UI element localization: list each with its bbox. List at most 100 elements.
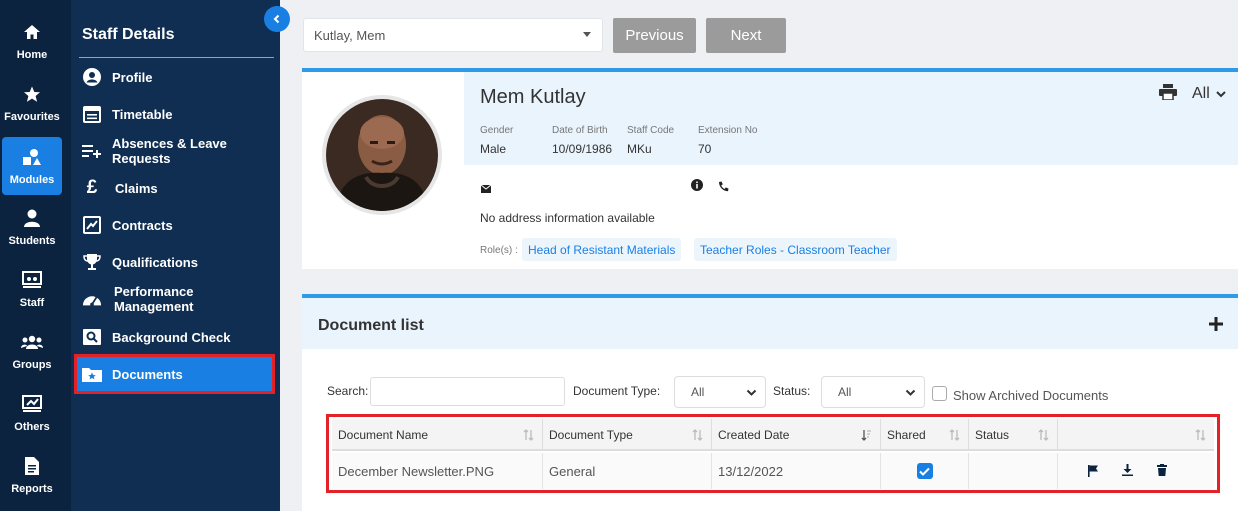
- sidebar-item-label: Profile: [112, 69, 153, 85]
- search-label: Search:: [327, 384, 369, 398]
- add-document-button[interactable]: [1208, 316, 1224, 332]
- caret-down-icon: [583, 32, 591, 37]
- sidebar-item-contracts[interactable]: Contracts: [77, 208, 272, 242]
- table-row[interactable]: December Newsletter.PNG General 13/12/20…: [332, 453, 1214, 489]
- document-list-header: [302, 298, 1238, 349]
- col-document-name[interactable]: Document Name: [332, 419, 543, 451]
- sort-icon: [523, 429, 534, 441]
- main-nav-rail: Home Favourites Modules Students Staff G…: [0, 0, 71, 511]
- column-label: Created Date: [718, 428, 790, 442]
- rail-label: Favourites: [4, 111, 60, 123]
- col-shared[interactable]: Shared: [881, 419, 969, 451]
- roles-label: Role(s) :: [480, 245, 518, 256]
- info-icon[interactable]: [691, 178, 703, 196]
- status-select[interactable]: All: [821, 376, 925, 408]
- sidebar-item-label: Documents: [112, 366, 183, 382]
- gender-value: Male: [480, 142, 507, 156]
- download-icon[interactable]: [1122, 464, 1133, 479]
- staff-select-value: Kutlay, Mem: [314, 27, 386, 43]
- phone-icon[interactable]: [718, 179, 729, 197]
- rail-item-students[interactable]: Students: [2, 198, 62, 256]
- col-status[interactable]: Status: [969, 419, 1058, 451]
- dob-label: Date of Birth: [552, 125, 608, 136]
- col-created-date[interactable]: Created Date: [712, 419, 881, 451]
- sidebar-item-timetable[interactable]: Timetable: [77, 97, 272, 131]
- column-label: Document Name: [338, 428, 429, 442]
- calendar-icon: [82, 104, 102, 124]
- sort-icon: [692, 429, 703, 441]
- chevron-down-icon: [1216, 91, 1226, 98]
- gauge-icon: [82, 289, 102, 309]
- delete-icon[interactable]: [1157, 464, 1167, 479]
- collapse-sidebar-button[interactable]: [264, 6, 290, 32]
- sidebar-item-label: Background Check: [112, 329, 231, 345]
- sidebar-title: Staff Details: [82, 26, 175, 43]
- rail-item-favourites[interactable]: Favourites: [2, 74, 62, 132]
- gender-label: Gender: [480, 125, 514, 136]
- previous-button[interactable]: Previous: [613, 18, 696, 53]
- star-icon: [21, 83, 43, 105]
- trophy-icon: [82, 252, 102, 272]
- rail-label: Reports: [11, 483, 53, 495]
- report-icon: [21, 455, 43, 477]
- rail-item-staff[interactable]: Staff: [2, 260, 62, 318]
- staff-code-label: Staff Code: [627, 125, 675, 136]
- plus-icon: [1209, 317, 1223, 331]
- shared-checkbox[interactable]: [916, 463, 933, 479]
- cell-shared: [881, 453, 969, 489]
- column-label: Document Type: [549, 428, 633, 442]
- rail-item-reports[interactable]: Reports: [2, 446, 62, 504]
- rail-label: Groups: [12, 359, 52, 371]
- sidebar-item-claims[interactable]: £ Claims: [77, 171, 272, 205]
- show-archived-checkbox[interactable]: [932, 386, 947, 401]
- search-card-icon: [82, 327, 102, 347]
- rail-item-others[interactable]: Others: [2, 384, 62, 442]
- flag-icon[interactable]: [1088, 465, 1099, 480]
- address-text: No address information available: [480, 211, 655, 225]
- print-icon[interactable]: [1159, 84, 1177, 105]
- document-type-select[interactable]: All: [674, 376, 766, 408]
- document-list-title: Document list: [318, 317, 424, 334]
- role-chip[interactable]: Teacher Roles - Classroom Teacher: [694, 238, 897, 261]
- document-type-value: All: [691, 385, 705, 399]
- print-filter-dropdown[interactable]: All: [1192, 85, 1227, 103]
- rail-label: Home: [16, 49, 48, 61]
- rail-item-home[interactable]: Home: [2, 12, 62, 70]
- sidebar-item-qualifications[interactable]: Qualifications: [77, 245, 272, 279]
- sidebar-item-label: Performance Management: [114, 284, 194, 314]
- search-input[interactable]: [370, 377, 565, 406]
- sidebar-item-label: Claims: [115, 180, 158, 196]
- folder-star-icon: [82, 364, 102, 384]
- sidebar-item-label: Qualifications: [112, 254, 198, 270]
- sidebar-item-documents[interactable]: Documents: [74, 354, 275, 394]
- list-plus-icon: [82, 141, 102, 161]
- extension-label: Extension No: [698, 125, 758, 136]
- sidebar-item-absences[interactable]: Absences & Leave Requests: [77, 134, 272, 168]
- profile-card: Mem Kutlay Gender Male Date of Birth 10/…: [302, 68, 1238, 269]
- rail-label: Others: [14, 421, 50, 433]
- avatar: [322, 95, 442, 215]
- cell-status: [969, 453, 1058, 489]
- status-value: All: [838, 385, 852, 399]
- staff-select[interactable]: Kutlay, Mem: [303, 18, 603, 52]
- sidebar-item-label: Timetable: [112, 106, 173, 122]
- sidebar-item-performance[interactable]: Performance Management: [77, 282, 272, 316]
- sidebar-item-profile[interactable]: Profile: [77, 60, 272, 94]
- home-icon: [21, 21, 43, 43]
- others-icon: [21, 393, 43, 415]
- rail-item-groups[interactable]: Groups: [2, 322, 62, 380]
- email-icon[interactable]: [480, 180, 492, 198]
- role-chip[interactable]: Head of Resistant Materials: [522, 238, 682, 261]
- extension-value: 70: [698, 142, 712, 156]
- rail-label: Students: [8, 235, 56, 247]
- rail-item-modules[interactable]: Modules: [2, 137, 62, 195]
- document-list-card: Document list Search: Document Type: All…: [302, 294, 1238, 511]
- sidebar-item-background-check[interactable]: Background Check: [77, 320, 272, 354]
- col-document-type[interactable]: Document Type: [543, 419, 712, 451]
- staff-icon: [21, 269, 43, 291]
- col-actions[interactable]: [1058, 419, 1214, 451]
- next-button[interactable]: Next: [706, 18, 786, 53]
- pound-icon: £: [86, 177, 98, 198]
- rail-label: Modules: [9, 174, 55, 186]
- sort-icon: [1195, 429, 1206, 441]
